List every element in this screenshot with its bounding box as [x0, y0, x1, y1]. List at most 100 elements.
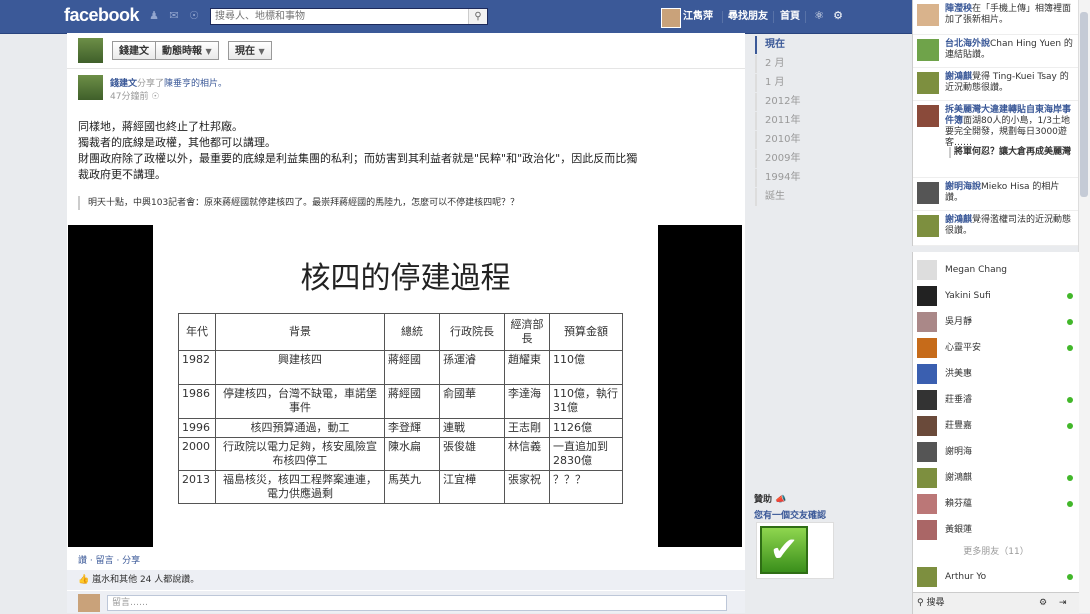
- table-cell: 停建核四，台灣不缺電，車諾堡事件: [215, 384, 385, 419]
- chat-friend[interactable]: 吳月靜: [917, 311, 1075, 333]
- online-indicator: [1067, 345, 1073, 351]
- ticker-desc: 面湖80人的小島，1/3土地要完全開發，規劃每日3000遊客……: [945, 116, 1070, 148]
- table-cell: 蔣經國: [384, 350, 440, 385]
- ticker-item[interactable]: 謝鴻麒覺得 Ting-Kuei Tsay 的近況動態很讚。: [913, 68, 1079, 101]
- chat-friend[interactable]: 黃銀蓮: [917, 519, 1075, 541]
- messages-icon[interactable]: ✉: [168, 10, 180, 22]
- gear-icon[interactable]: ⚙: [1039, 593, 1047, 613]
- chat-friend[interactable]: 莊豐嘉: [917, 415, 1075, 437]
- settings-gear-icon[interactable]: ⚙: [832, 10, 844, 22]
- privacy-shortcuts-icon[interactable]: ⚛: [813, 10, 825, 22]
- sponsored-ad[interactable]: ✔: [756, 522, 834, 579]
- author-avatar[interactable]: [78, 75, 103, 100]
- now-dropdown-button[interactable]: 現在 ▼: [228, 41, 272, 60]
- profile-avatar[interactable]: [78, 38, 103, 63]
- table-cell: 孫運濬: [439, 350, 505, 385]
- ticker-name: 台北海外說: [945, 39, 991, 49]
- chat-friend[interactable]: 謝明海: [917, 441, 1075, 463]
- chat-sidebar: Megan Chang Yakini Sufi 吳月靜 心靈平安 洪美惠 莊垂濬…: [912, 252, 1079, 592]
- more-friends-link[interactable]: 更多朋友（11）: [913, 544, 1079, 557]
- timeline-item[interactable]: 2010年: [755, 131, 855, 149]
- chat-friend[interactable]: 心靈平安: [917, 337, 1075, 359]
- main-content: 錢建文 動態時報 ▼ 現在 ▼ 錢建文分享了陳垂亨的相片。 47分鐘前 ☉ 同樣…: [67, 33, 745, 613]
- nav-divider: [722, 11, 723, 23]
- post-timestamp[interactable]: 47分鐘前 ☉: [110, 89, 159, 102]
- target-link[interactable]: 陳垂亨: [164, 79, 191, 89]
- user-avatar[interactable]: [661, 8, 681, 28]
- table-row: 1996 核四預算通過，動工 李登輝 連戰 王志剛 1126億: [178, 418, 623, 438]
- avatar: [917, 260, 937, 280]
- friend-requests-icon[interactable]: ♟: [148, 10, 160, 22]
- chat-friend[interactable]: 莊垂濬: [917, 389, 1075, 411]
- timeline-item[interactable]: 2012年: [755, 93, 855, 111]
- sponsored-label: 贊助: [754, 495, 773, 505]
- timestamp-text: 47分鐘前: [110, 92, 149, 102]
- ticker-name: 陣瀅秧: [945, 4, 973, 14]
- hide-sidebar-icon[interactable]: ⇥: [1059, 593, 1067, 613]
- timeline-item[interactable]: 2011年: [755, 112, 855, 130]
- search-box[interactable]: ⚲: [210, 8, 488, 25]
- ticker-item[interactable]: 謝鴻麒覺得濫權司法的近況動態很讚。: [913, 211, 1079, 246]
- megaphone-icon: 📣: [775, 495, 787, 505]
- chat-search-bar: ⚲ 搜尋 ⚙ ⇥: [912, 592, 1079, 614]
- timeline-item[interactable]: 2 月: [755, 55, 855, 73]
- find-friends-link[interactable]: 尋找朋友: [728, 0, 768, 33]
- table-header: 背景: [215, 313, 385, 351]
- table-cell: 興建核四: [215, 350, 385, 385]
- chat-search-input[interactable]: 搜尋: [926, 598, 944, 608]
- notifications-icon[interactable]: ☉: [188, 10, 200, 22]
- nav-divider: [773, 11, 774, 23]
- timeline-item[interactable]: 誕生: [755, 188, 855, 206]
- friend-name: 莊豐嘉: [945, 421, 973, 431]
- post-line: 同樣地，蔣經國也終止了杜邦廠。: [78, 120, 243, 133]
- ticker-item[interactable]: 陣瀅秧在「手機上傳」相簿裡面加了張新相片。: [913, 0, 1079, 35]
- nav-divider: [805, 11, 806, 23]
- ticker-text: 台北海外說Chan Hing Yuen 的連結貼讚。: [945, 39, 1075, 61]
- home-link[interactable]: 首頁: [780, 0, 800, 33]
- ticker-name: 謝明海說: [945, 182, 982, 192]
- chat-friend[interactable]: Megan Chang: [917, 259, 1075, 281]
- comment-input[interactable]: 留言……: [107, 595, 727, 611]
- photo-caption-quote: 明天十點，中興103記者會：原來蔣經國就停建核四了。最崇拜蔣經國的馬陸九，怎麼可…: [78, 196, 748, 210]
- table-row: 1986 停建核四，台灣不缺電，車諾堡事件 蔣經國 俞國華 李達海 110億，執…: [178, 384, 623, 419]
- checkmark-icon: ✔: [760, 526, 808, 574]
- globe-icon: ☉: [151, 92, 160, 102]
- ticker-quote: 將軍何忍？讓大倉再成美麗灣: [949, 147, 1078, 158]
- friend-confirm-link[interactable]: 您有一個交友確認: [754, 508, 826, 521]
- ticker-item[interactable]: 謝明海說Mieko Hisa 的相片讚。: [913, 178, 1079, 211]
- avatar: [917, 494, 937, 514]
- ticker-item[interactable]: 拆美麗灣大違建轉貼自東海岸事件簿面湖80人的小島，1/3土地要完全開發，規劃每日…: [913, 101, 1079, 178]
- ticker-item[interactable]: 台北海外說Chan Hing Yuen 的連結貼讚。: [913, 35, 1079, 68]
- search-input[interactable]: [211, 9, 469, 24]
- chat-friend[interactable]: Yakini Sufi: [917, 285, 1075, 307]
- chat-friend[interactable]: 洪美惠: [917, 363, 1075, 385]
- chat-friend[interactable]: 賴芬蘊: [917, 493, 1075, 515]
- profile-name-button[interactable]: 錢建文: [112, 41, 156, 60]
- shared-photo[interactable]: 核四的停建過程 年代 背景 總統 行政院長 經濟部長 預算金額 1982 興建核…: [68, 225, 742, 547]
- timeline-now[interactable]: 現在: [755, 36, 855, 54]
- scrollbar-thumb[interactable]: [1080, 12, 1088, 197]
- search-icon[interactable]: ⚲: [468, 9, 487, 24]
- online-indicator: [1067, 423, 1073, 429]
- online-indicator: [1067, 475, 1073, 481]
- table-cell: 1982: [178, 350, 216, 385]
- post-line: 財團政府除了政權以外，最重要的底線是利益集團的私利；而妨害到其利益者就是"民粹"…: [78, 152, 638, 165]
- table-header: 預算金額: [549, 313, 623, 351]
- avatar: [917, 468, 937, 488]
- timeline-dropdown-button[interactable]: 動態時報 ▼: [156, 41, 219, 60]
- post-actions[interactable]: 讚 · 留言 · 分享: [78, 553, 140, 566]
- comment-box: 留言……: [67, 591, 745, 613]
- photo-link[interactable]: 的相片。: [191, 79, 227, 89]
- facebook-logo[interactable]: facebook: [64, 5, 140, 26]
- timeline-item[interactable]: 1994年: [755, 169, 855, 187]
- likes-text[interactable]: 嵐水和其他 24 人都說讚。: [92, 575, 199, 585]
- ticker-name: 謝鴻麒: [945, 215, 973, 225]
- post-line: 獨裁者的底線是政權，其他都可以講理。: [78, 136, 276, 149]
- friend-name: 吳月靜: [945, 317, 973, 327]
- timeline-item[interactable]: 1 月: [755, 74, 855, 92]
- timeline-item[interactable]: 2009年: [755, 150, 855, 168]
- profile-link[interactable]: 江雋萍: [683, 0, 713, 33]
- author-link[interactable]: 錢建文: [110, 79, 137, 89]
- chat-friend[interactable]: Arthur Yo: [917, 566, 1075, 588]
- chat-friend[interactable]: 謝鴻麒: [917, 467, 1075, 489]
